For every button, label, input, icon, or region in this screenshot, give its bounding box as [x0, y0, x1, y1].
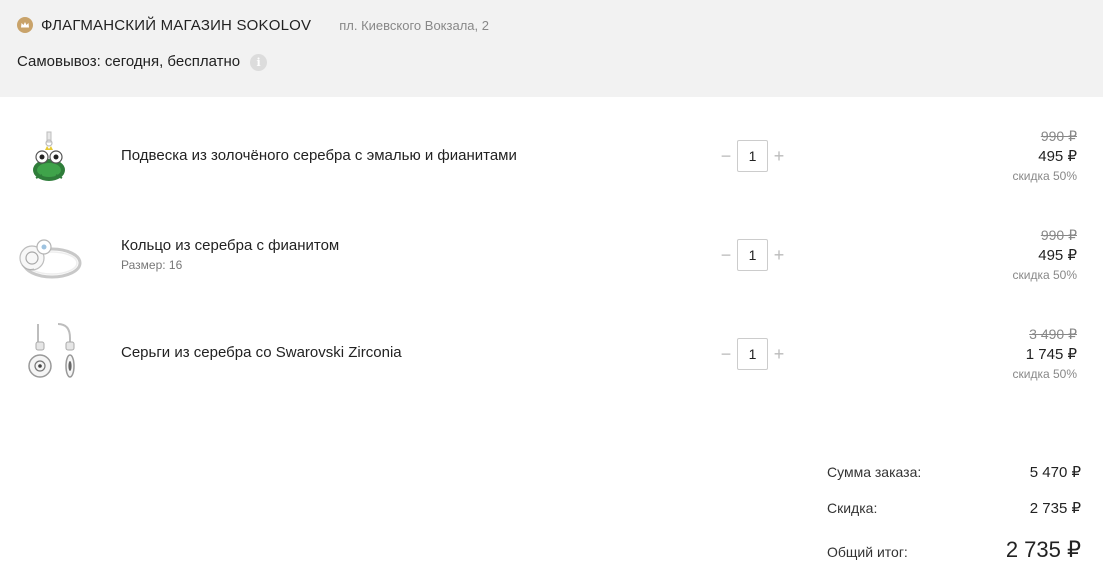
quantity-stepper: − 1 +	[716, 338, 790, 370]
info-icon[interactable]: i	[250, 53, 268, 71]
store-title-row: ФЛАГМАНСКИЙ МАГАЗИН SOKOLOV пл. Киевског…	[17, 14, 489, 36]
current-price: 1 745 ₽	[1025, 346, 1077, 363]
increase-button[interactable]: +	[769, 146, 789, 166]
quantity-stepper: − 1 +	[716, 239, 790, 271]
item-name[interactable]: Серьги из серебра со Swarovski Zirconia	[121, 344, 402, 361]
store-name[interactable]: ФЛАГМАНСКИЙ МАГАЗИН SOKOLOV	[41, 17, 311, 34]
item-size: Размер: 16	[121, 258, 183, 272]
store-header: ФЛАГМАНСКИЙ МАГАЗИН SOKOLOV пл. Киевског…	[0, 0, 1103, 97]
cart-item: Подвеска из золочёного серебра с эмалью …	[0, 116, 1103, 196]
price-block: 3 490 ₽ 1 745 ₽ скидка 50%	[917, 324, 1078, 383]
old-price: 3 490 ₽	[1029, 326, 1077, 342]
old-price: 990 ₽	[1040, 128, 1077, 144]
quantity-input[interactable]: 1	[737, 239, 768, 271]
pickup-row: Самовывоз: сегодня, бесплатно i	[17, 50, 268, 72]
increase-button[interactable]: +	[769, 245, 789, 265]
decrease-button[interactable]: −	[716, 146, 736, 166]
decrease-button[interactable]: −	[716, 245, 736, 265]
discount-total-label: Скидка:	[827, 500, 878, 516]
quantity-input[interactable]: 1	[737, 140, 768, 172]
summary-subtotal: Сумма заказа: 5 470 ₽	[827, 463, 1081, 481]
product-image-ring[interactable]	[14, 219, 84, 289]
discount-label: скидка 50%	[1012, 169, 1078, 183]
summary-discount: Скидка: 2 735 ₽	[827, 499, 1081, 517]
item-name[interactable]: Подвеска из золочёного серебра с эмалью …	[121, 147, 517, 164]
summary-total: Общий итог: 2 735 ₽	[827, 537, 1081, 563]
quantity-stepper: − 1 +	[716, 140, 790, 172]
cart-item: Серьги из серебра со Swarovski Zirconia …	[0, 314, 1103, 394]
product-image-earrings[interactable]	[14, 318, 84, 388]
total-label: Общий итог:	[827, 544, 908, 560]
total-value: 2 735 ₽	[1005, 537, 1081, 562]
old-price: 990 ₽	[1040, 227, 1077, 243]
decrease-button[interactable]: −	[716, 344, 736, 364]
price-block: 990 ₽ 495 ₽ скидка 50%	[917, 126, 1078, 185]
pickup-info: Самовывоз: сегодня, бесплатно	[17, 52, 241, 70]
discount-total-value: 2 735 ₽	[1029, 500, 1081, 517]
subtotal-label: Сумма заказа:	[827, 464, 922, 480]
store-address: пл. Киевского Вокзала, 2	[339, 17, 489, 33]
discount-label: скидка 50%	[1012, 268, 1078, 282]
current-price: 495 ₽	[1038, 247, 1077, 264]
item-name[interactable]: Кольцо из серебра с фианитом	[121, 237, 339, 254]
current-price: 495 ₽	[1038, 148, 1077, 165]
product-image-pendant[interactable]	[14, 120, 84, 190]
price-block: 990 ₽ 495 ₽ скидка 50%	[917, 225, 1078, 284]
quantity-input[interactable]: 1	[737, 338, 768, 370]
increase-button[interactable]: +	[769, 344, 789, 364]
cart-item: Кольцо из серебра с фианитом Размер: 16 …	[0, 215, 1103, 295]
subtotal-value: 5 470 ₽	[1029, 464, 1081, 481]
crown-icon	[17, 17, 33, 33]
discount-label: скидка 50%	[1012, 367, 1078, 381]
